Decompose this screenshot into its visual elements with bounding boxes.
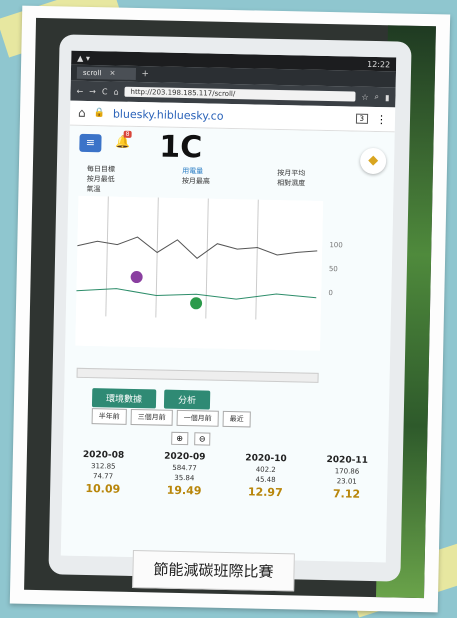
month-label: 2020-08 xyxy=(82,449,125,461)
back-icon[interactable]: ← xyxy=(76,86,83,95)
value-cell: 10.09 xyxy=(85,482,121,496)
zoom-controls: ⊕ ⊖ xyxy=(171,431,211,446)
chart-scrollbar[interactable] xyxy=(76,367,319,383)
range-button[interactable]: 三個月前 xyxy=(130,408,173,426)
value-cell: 74.77 xyxy=(92,472,114,481)
room-label: 1C xyxy=(159,129,203,166)
legend-item: 按月最高 xyxy=(181,176,210,186)
value-cell: 23.01 xyxy=(336,477,357,486)
value-cell: 12.97 xyxy=(247,485,283,500)
month-label: 2020-10 xyxy=(245,453,287,465)
status-time: 12:22 xyxy=(367,59,391,69)
competition-sign: 節能減碳班際比賽 xyxy=(132,550,295,592)
site-url[interactable]: bluesky.hibluesky.co xyxy=(113,107,348,125)
value-cell: 170.86 xyxy=(334,467,360,476)
energy-chart xyxy=(75,195,324,351)
reload-icon[interactable]: C xyxy=(102,87,108,96)
range-button[interactable]: 半年前 xyxy=(91,408,127,425)
more-icon[interactable]: ⋮ xyxy=(376,113,387,126)
star-icon[interactable]: ☆ xyxy=(361,92,368,101)
home-icon[interactable]: ⌂ xyxy=(113,87,118,96)
photo-scene: ▲ ▾ 12:22 scroll ✕ + ← → C ⌂ http://203.… xyxy=(24,17,436,599)
range-button[interactable]: 最近 xyxy=(222,410,251,428)
zoom-out-icon[interactable]: ⊖ xyxy=(193,432,211,446)
month-label: 2020-11 xyxy=(326,455,368,466)
value-cell: 584.77 xyxy=(172,463,197,473)
env-data-button[interactable]: 環境數據 xyxy=(91,388,157,409)
mode-buttons: 環境數據 分析 xyxy=(91,388,211,410)
chart-legend: 每日目標 用電量 按月平均 按月最低 按月最高 相對濕度 氣溫 xyxy=(86,164,387,200)
value-cell: 35.84 xyxy=(174,473,195,483)
range-button[interactable]: 一個月前 xyxy=(176,409,219,427)
lock-icon: 🔒 xyxy=(93,108,106,119)
notification-badge: 8 xyxy=(123,130,132,138)
tab-title: scroll xyxy=(82,68,102,78)
forward-icon[interactable]: → xyxy=(89,87,96,96)
zoom-in-icon[interactable]: ⊕ xyxy=(171,431,189,446)
bookmark-icon[interactable]: ▮ xyxy=(385,93,390,102)
chart-bg xyxy=(75,195,324,351)
month-label: 2020-09 xyxy=(164,451,206,463)
url-field[interactable]: http://203.198.185.117/scroll/ xyxy=(124,86,356,102)
value-cell: 19.49 xyxy=(166,483,202,498)
close-icon[interactable]: ✕ xyxy=(109,69,115,77)
home-icon[interactable]: ⌂ xyxy=(78,106,86,120)
dashboard: ≡ 🔔 8 1C ◆ 每日目標 用電量 按月平均 按月最低 按月最高 相對濕度 … xyxy=(60,125,395,563)
tab-count[interactable]: 3 xyxy=(355,113,369,124)
status-left: ▲ ▾ xyxy=(77,53,91,63)
kiosk-screen: ▲ ▾ 12:22 scroll ✕ + ← → C ⌂ http://203.… xyxy=(60,50,397,563)
value-cell: 45.48 xyxy=(255,475,276,484)
value-cell: 312.85 xyxy=(90,462,116,471)
monthly-summary: 2020-08 2020-09 2020-10 2020-11 312.85 5… xyxy=(62,450,388,502)
legend-item: 氣溫 xyxy=(86,184,101,194)
photo-print: ▲ ▾ 12:22 scroll ✕ + ← → C ⌂ http://203.… xyxy=(9,5,451,613)
analysis-button[interactable]: 分析 xyxy=(163,389,211,410)
browser-tab[interactable]: scroll ✕ xyxy=(76,66,136,80)
search-icon[interactable]: ⌕ xyxy=(374,92,379,102)
value-cell: 7.12 xyxy=(332,487,361,501)
y-axis-labels: 100 50 0 xyxy=(328,241,343,298)
value-cell: 402.2 xyxy=(255,465,276,474)
new-tab-icon[interactable]: + xyxy=(141,69,149,79)
range-buttons: 半年前 三個月前 一個月前 最近 xyxy=(91,408,251,428)
menu-button[interactable]: ≡ xyxy=(79,133,102,153)
legend-item: 相對濕度 xyxy=(277,178,306,188)
